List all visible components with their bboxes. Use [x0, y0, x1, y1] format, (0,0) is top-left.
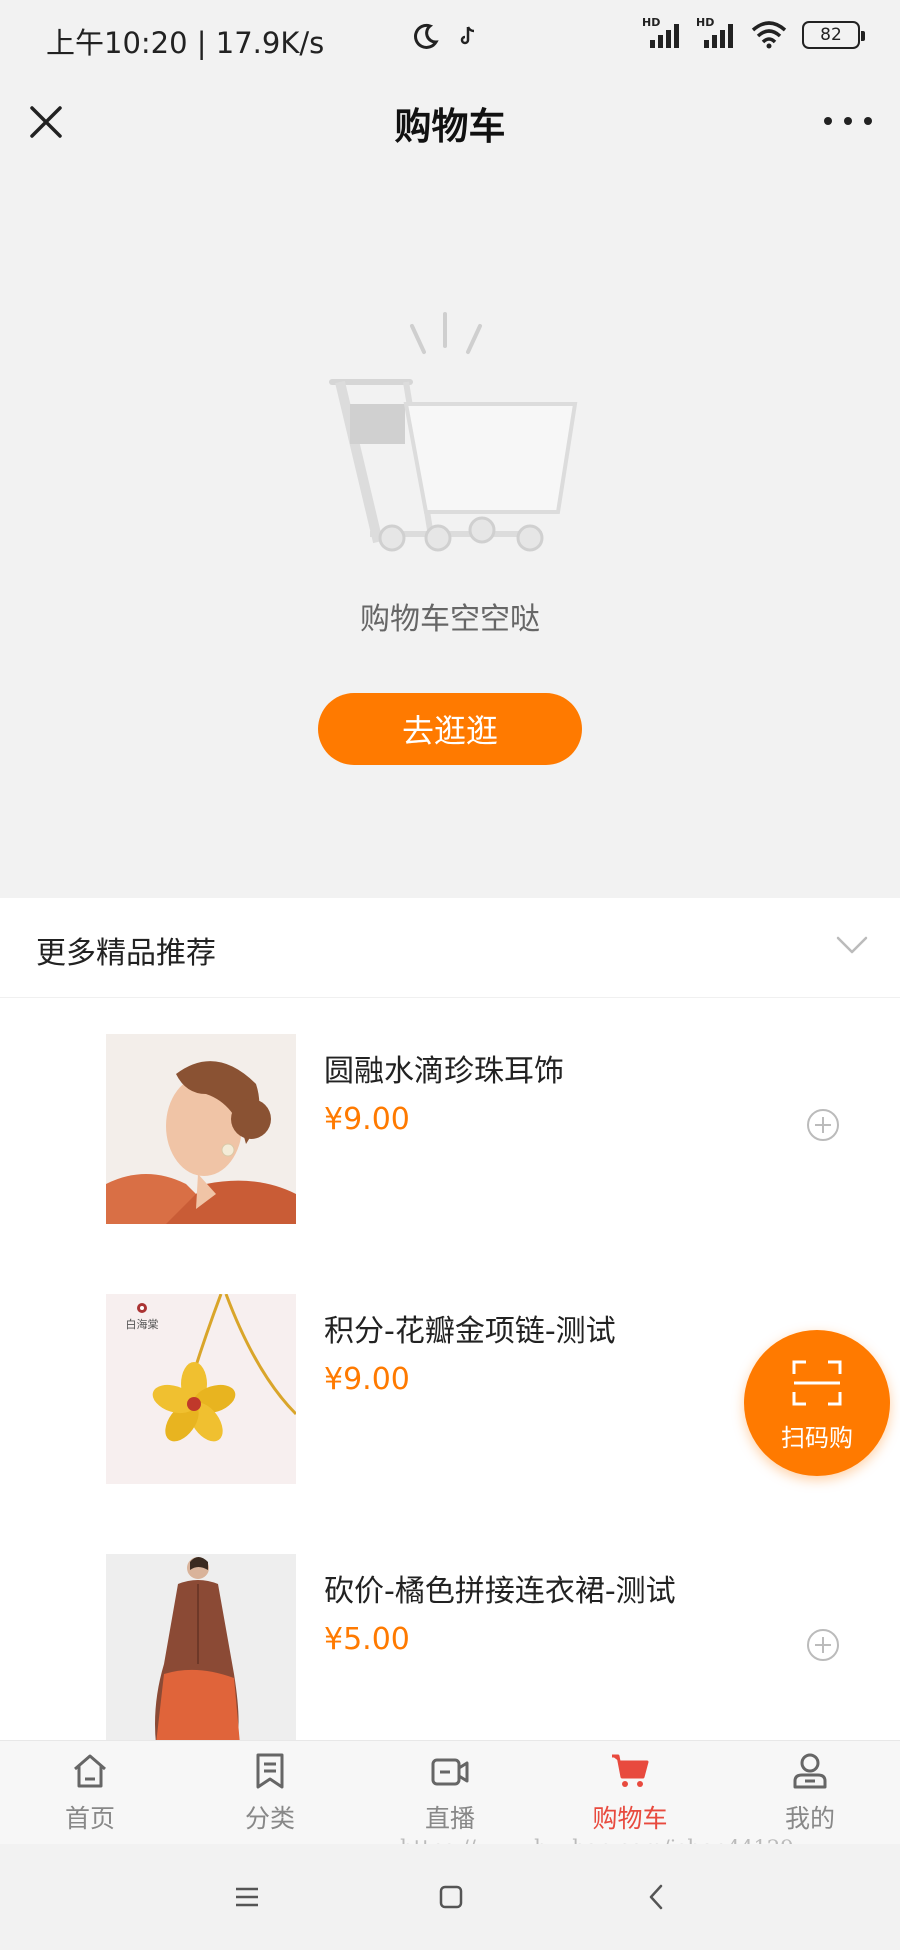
- system-nav-bar: [0, 1844, 900, 1950]
- tab-live[interactable]: 直播: [360, 1741, 540, 1844]
- moon-icon: [414, 23, 439, 49]
- home-icon: [74, 1754, 106, 1788]
- tab-label: 分类: [244, 1804, 295, 1833]
- category-icon: [256, 1753, 284, 1789]
- wifi-icon: [751, 21, 787, 49]
- menu-icon[interactable]: [230, 1880, 264, 1914]
- add-to-cart-icon[interactable]: [806, 1108, 840, 1142]
- scan-to-buy-button[interactable]: 扫码购: [744, 1330, 890, 1476]
- status-bar: 上午10:20 | 17.9K/s HD HD 82: [0, 0, 900, 80]
- tab-label: 直播: [424, 1804, 475, 1833]
- tab-home[interactable]: 首页: [0, 1741, 180, 1844]
- nav-bar: 购物车: [0, 80, 900, 176]
- brand-logo: 白海棠: [126, 1303, 159, 1331]
- tab-label: 我的: [784, 1804, 835, 1833]
- scan-icon: [792, 1360, 842, 1406]
- more-icon[interactable]: [824, 106, 872, 136]
- tab-label: 首页: [64, 1804, 115, 1833]
- product-image-dress[interactable]: [106, 1554, 296, 1744]
- signal-hd-label: HD: [642, 16, 661, 29]
- product-price: ¥5.00: [324, 1622, 410, 1657]
- go-shopping-button[interactable]: 去逛逛: [318, 693, 582, 765]
- product-image-earring[interactable]: [106, 1034, 296, 1224]
- tab-cart[interactable]: 购物车: [540, 1741, 720, 1844]
- add-to-cart-icon[interactable]: [806, 1628, 840, 1662]
- tiktok-icon: [460, 26, 475, 45]
- recommend-section: 更多精品推荐 圆融水滴珍珠耳饰 ¥9.00 白海棠 积分-花瓣金项链-测试 ¥9…: [0, 898, 900, 1744]
- tab-category[interactable]: 分类: [180, 1741, 360, 1844]
- status-icons: HD HD 82: [414, 16, 865, 50]
- chevron-down-icon[interactable]: [834, 930, 870, 960]
- product-item[interactable]: 圆融水滴珍珠耳饰 ¥9.00: [0, 1034, 900, 1294]
- product-name[interactable]: 积分-花瓣金项链-测试: [324, 1306, 616, 1350]
- signal-hd-label-2: HD: [696, 16, 715, 29]
- back-icon[interactable]: [640, 1880, 674, 1914]
- signal-icon: HD: [642, 16, 682, 50]
- tab-profile[interactable]: 我的: [720, 1741, 900, 1844]
- product-name[interactable]: 圆融水滴珍珠耳饰: [324, 1046, 564, 1090]
- recommend-header[interactable]: 更多精品推荐: [0, 898, 900, 998]
- signal-icon-2: HD: [696, 16, 736, 50]
- recommend-title: 更多精品推荐: [36, 936, 216, 971]
- status-time: 上午10:20 | 17.9K/s: [46, 26, 325, 60]
- bottom-tab-bar: 首页 分类 直播 购物车 我的: [0, 1740, 900, 1844]
- product-name[interactable]: 砍价-橘色拼接连衣裙-测试: [324, 1566, 676, 1610]
- scan-label: 扫码购: [781, 1424, 853, 1452]
- home-square-icon[interactable]: [434, 1880, 468, 1914]
- product-price: ¥9.00: [324, 1102, 410, 1137]
- svg-text:白海棠: 白海棠: [126, 1317, 159, 1331]
- battery-indicator: 82: [802, 21, 865, 49]
- empty-cart-illustration: [329, 312, 578, 552]
- profile-icon: [793, 1753, 827, 1789]
- empty-cart-message: 购物车空空哒: [360, 602, 540, 637]
- empty-cart-area: 购物车空空哒 去逛逛: [0, 176, 900, 898]
- live-icon: [431, 1758, 469, 1786]
- cart-icon: [612, 1754, 649, 1787]
- product-price: ¥9.00: [324, 1362, 410, 1397]
- page-title: 购物车: [394, 105, 506, 148]
- tab-label: 购物车: [592, 1804, 668, 1833]
